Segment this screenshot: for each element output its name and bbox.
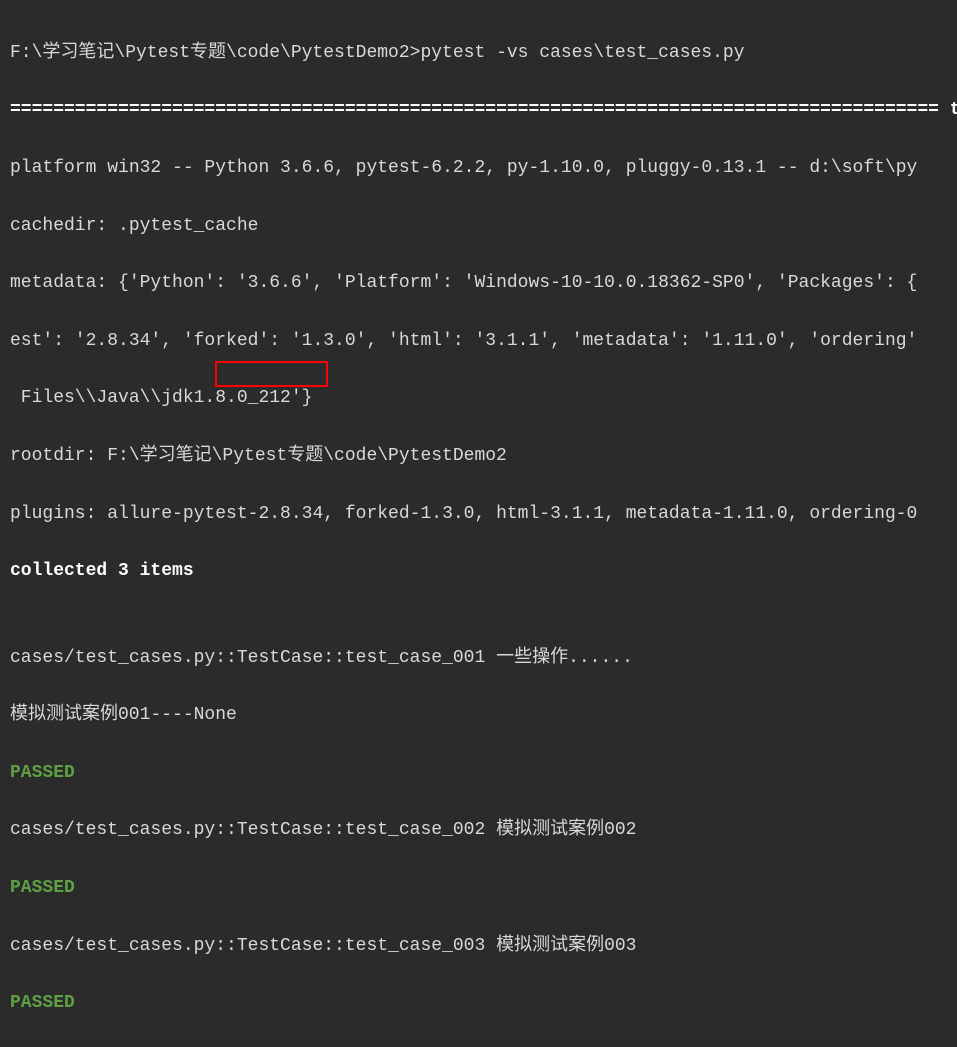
rootdir-line: rootdir: F:\学习笔记\Pytest专题\code\PytestDem… (10, 442, 947, 471)
test-1-output-highlight: -None (183, 705, 237, 725)
test-1-line: cases/test_cases.py::TestCase::test_case… (10, 644, 947, 673)
test-2-line: cases/test_cases.py::TestCase::test_case… (10, 816, 947, 845)
session-divider: ========================================… (10, 96, 947, 125)
command-text: pytest -vs cases\test_cases.py (420, 43, 744, 63)
metadata-line-1: metadata: {'Python': '3.6.6', 'Platform'… (10, 269, 947, 298)
metadata-line-3: Files\\Java\\jdk1.8.0_212'} (10, 384, 947, 413)
test-3-line: cases/test_cases.py::TestCase::test_case… (10, 932, 947, 961)
cachedir-line: cachedir: .pytest_cache (10, 212, 947, 241)
passed-1: PASSED (10, 759, 947, 788)
passed-3: PASSED (10, 989, 947, 1018)
prompt-path: F:\学习笔记\Pytest专题\code\PytestDemo2> (10, 43, 420, 63)
platform-line: platform win32 -- Python 3.6.6, pytest-6… (10, 154, 947, 183)
metadata-line-2: est': '2.8.34', 'forked': '1.3.0', 'html… (10, 327, 947, 356)
passed-2: PASSED (10, 874, 947, 903)
collected-line: collected 3 items (10, 557, 947, 586)
plugins-line: plugins: allure-pytest-2.8.34, forked-1.… (10, 500, 947, 529)
test-1-output-prefix: 模拟测试案例001--- (10, 705, 183, 725)
terminal-output[interactable]: F:\学习笔记\Pytest专题\code\PytestDemo2>pytest… (10, 10, 947, 1047)
